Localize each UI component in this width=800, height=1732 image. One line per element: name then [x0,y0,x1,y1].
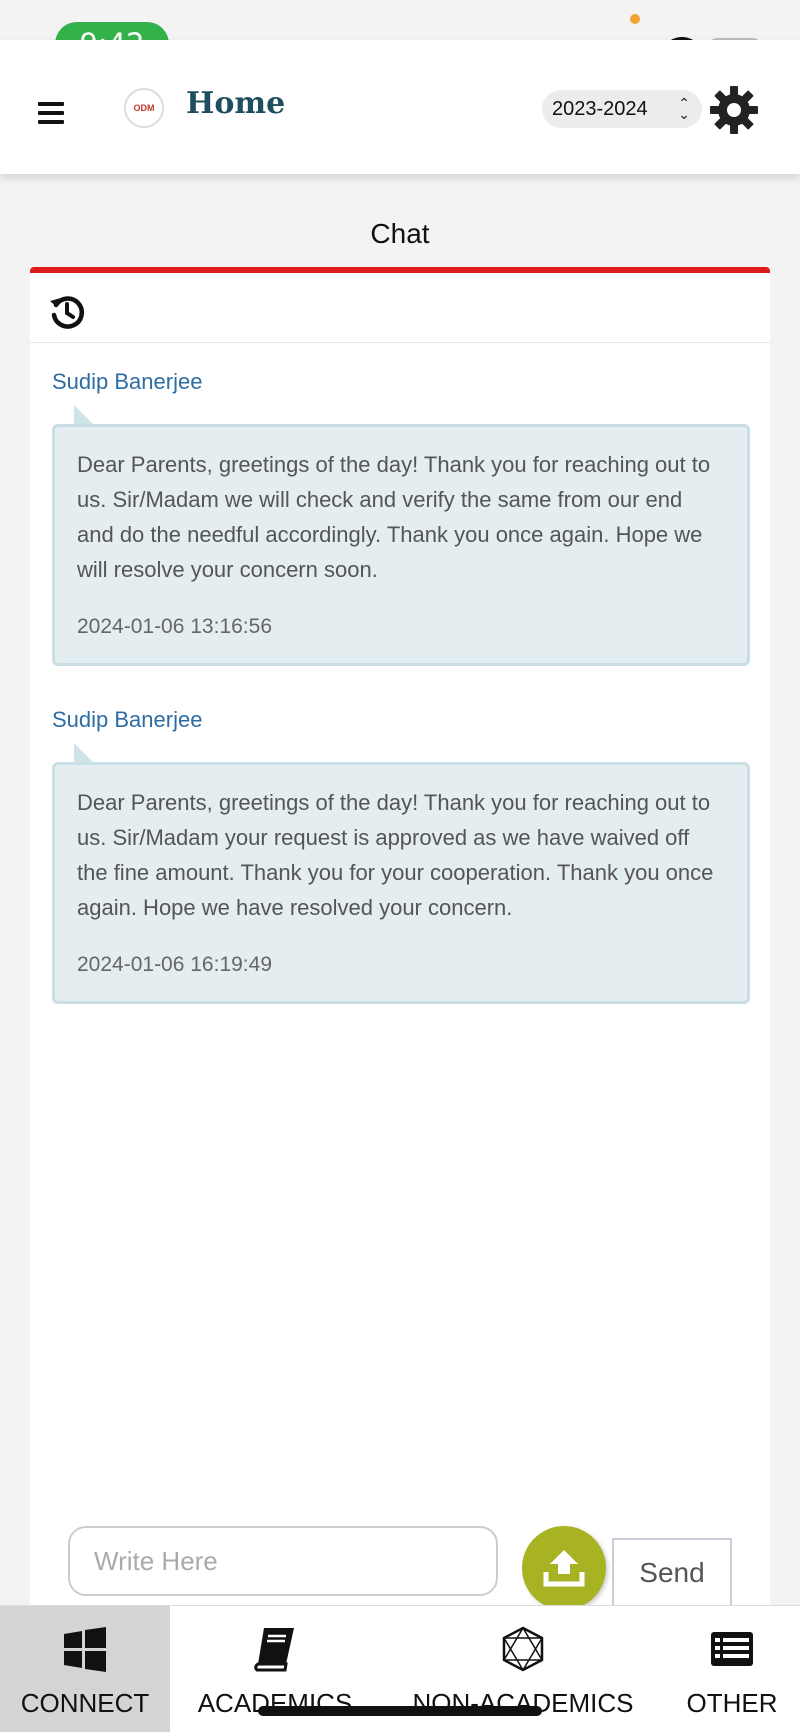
nav-tab-other[interactable]: OTHER [680,1606,784,1732]
message-timestamp: 2024-01-06 13:16:56 [77,615,272,638]
privacy-indicator-dot [630,14,640,24]
chat-card: Sudip Banerjee Dear Parents, greetings o… [30,267,770,1605]
upload-button[interactable] [522,1526,606,1610]
message-sender: Sudip Banerjee [52,707,203,732]
send-button[interactable]: Send [612,1538,732,1608]
app-header: ODM Home 2023-2024 ⌃ ⌄ [0,40,800,174]
nav-tab-connect[interactable]: CONNECT [0,1606,170,1732]
academic-year-select[interactable]: 2023-2024 ⌃ ⌄ [542,90,702,128]
chat-title: Chat [370,218,430,249]
message-input[interactable] [68,1526,498,1596]
message-timestamp: 2024-01-06 16:19:49 [77,953,272,976]
page-title: Home [186,86,286,121]
list-icon [711,1632,753,1666]
nav-label-other: OTHER [686,1688,778,1718]
hamburger-menu-icon[interactable] [38,102,64,124]
gear-icon[interactable] [708,84,760,136]
nav-label-connect: CONNECT [20,1688,150,1718]
bubble-tail [74,743,94,763]
bubble-tail [74,405,94,425]
school-logo: ODM [124,88,164,128]
book-icon [254,1628,294,1672]
academic-year-value: 2023-2024 [552,97,648,120]
status-bar: 9:42 11 [0,0,800,66]
history-icon[interactable] [48,293,86,331]
polyhedron-icon [502,1626,544,1672]
chat-toolbar [30,273,770,343]
chevron-updown-icon: ⌃ ⌄ [678,95,690,122]
chat-message: Sudip Banerjee Dear Parents, greetings o… [52,707,750,1004]
chat-message: Sudip Banerjee Dear Parents, greetings o… [52,369,750,666]
upload-icon [543,1550,585,1587]
message-bubble: Dear Parents, greetings of the day! Than… [52,424,750,666]
message-bubble: Dear Parents, greetings of the day! Than… [52,762,750,1004]
message-text: Dear Parents, greetings of the day! Than… [77,452,711,582]
message-text: Dear Parents, greetings of the day! Than… [77,790,714,920]
windows-icon [64,1627,106,1672]
home-indicator [258,1706,542,1716]
message-sender: Sudip Banerjee [52,369,203,394]
